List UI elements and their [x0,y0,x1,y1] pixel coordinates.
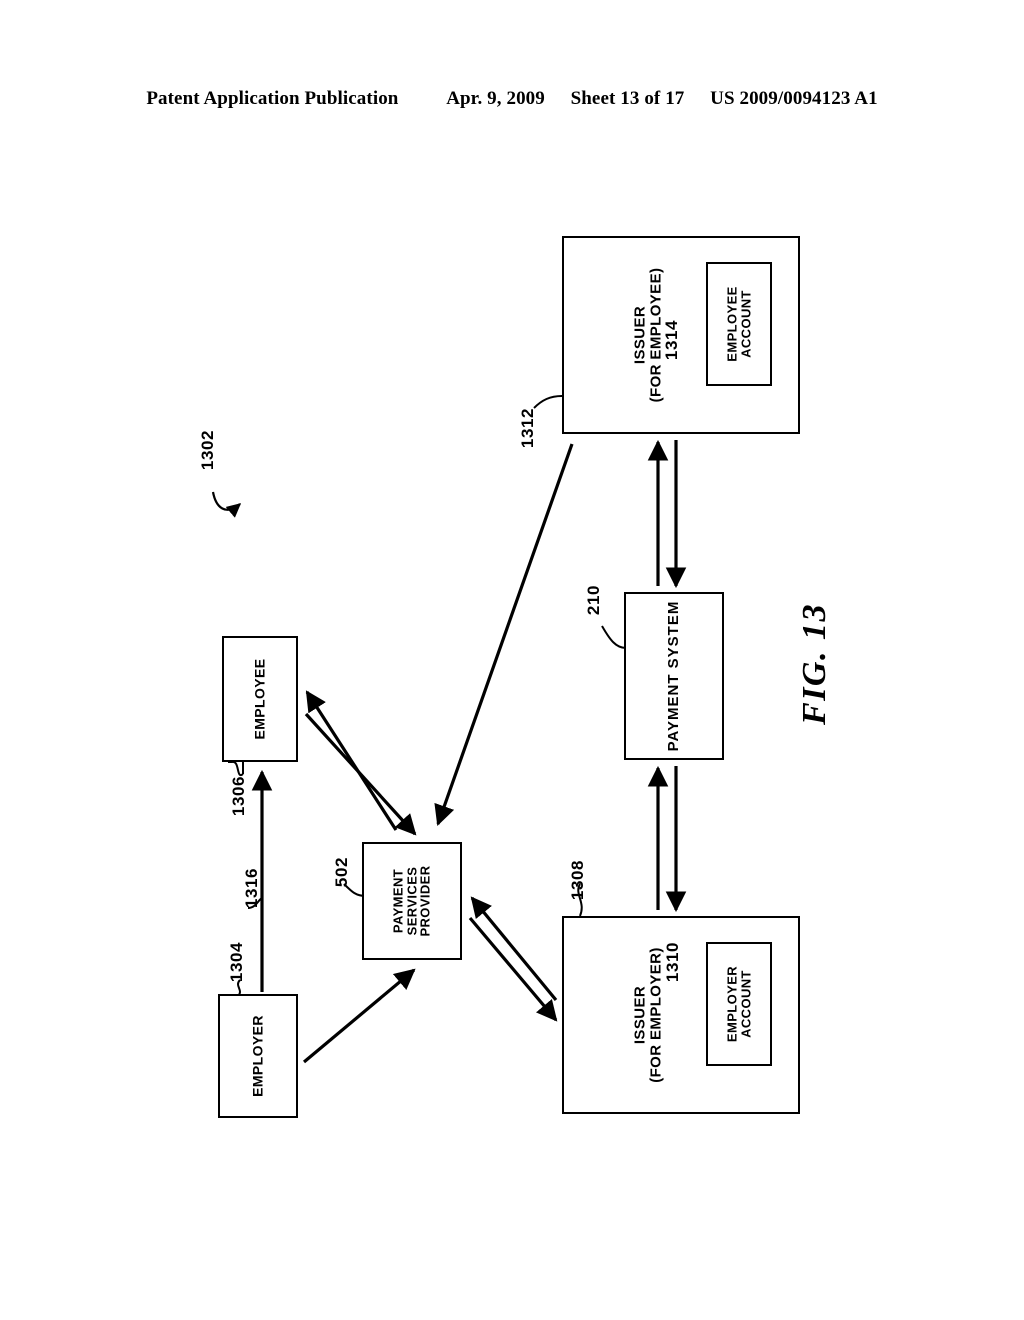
psp-line3: PROVIDER [417,865,433,937]
node-payment-services-provider-label: PAYMENT SERVICES PROVIDER [391,865,433,937]
node-payment-system-label: PAYMENT SYSTEM [665,600,683,752]
reference-numeral-1310: 1310 [663,941,683,983]
employer-account-line2: ACCOUNT [738,970,753,1038]
leader-1306 [228,760,244,777]
node-employer: EMPLOYER [218,994,298,1118]
arrow-issuer-employee-to-psp [434,443,574,826]
reference-numeral-1306: 1306 [229,775,249,817]
node-employee-label: EMPLOYEE [251,658,268,740]
node-employer-account: EMPLOYER ACCOUNT [706,942,772,1066]
node-employee-account-label: EMPLOYEE ACCOUNT [724,286,753,361]
arrow-employer-to-psp [302,968,416,1064]
leader-1312 [533,395,563,409]
reference-numeral-1314: 1314 [662,319,682,361]
figure-designator-leader [211,491,242,518]
reference-numeral-1308: 1308 [568,859,588,901]
node-employee-account: EMPLOYEE ACCOUNT [706,262,772,386]
issuer-employer-line2: (FOR EMPLOYER) [647,947,665,1083]
reference-numeral-210: 210 [584,584,604,616]
reference-numeral-1304: 1304 [227,941,247,983]
node-employer-account-label: EMPLOYER ACCOUNT [724,966,753,1042]
node-payment-services-provider: PAYMENT SERVICES PROVIDER [362,842,462,960]
patent-figure-13: ISSUER (FOR EMPLOYEE) EMPLOYEE ACCOUNT E… [0,0,1024,1320]
leader-210 [601,625,627,649]
figure-caption: FIG. 13 [796,603,833,725]
node-employer-label: EMPLOYER [249,1015,266,1097]
node-employee: EMPLOYEE [222,636,298,762]
reference-numeral-1302: 1302 [198,429,218,471]
node-issuer-for-employer-label: ISSUER (FOR EMPLOYER) [632,947,665,1083]
reference-numeral-502: 502 [332,856,352,888]
arrow-employee-to-psp [304,712,417,836]
arrow-psp-to-issuer-employer [468,916,558,1022]
connector-layer [211,367,707,1064]
employee-account-line2: ACCOUNT [738,290,753,358]
reference-numeral-1312: 1312 [518,407,538,449]
node-issuer-for-employee-label: ISSUER (FOR EMPLOYEE) [632,268,665,403]
arrow-psp-to-employee [305,690,398,831]
arrow-issuer-employer-to-psp [470,896,558,1002]
reference-numeral-1316: 1316 [242,867,262,909]
node-payment-system: PAYMENT SYSTEM [624,592,724,760]
